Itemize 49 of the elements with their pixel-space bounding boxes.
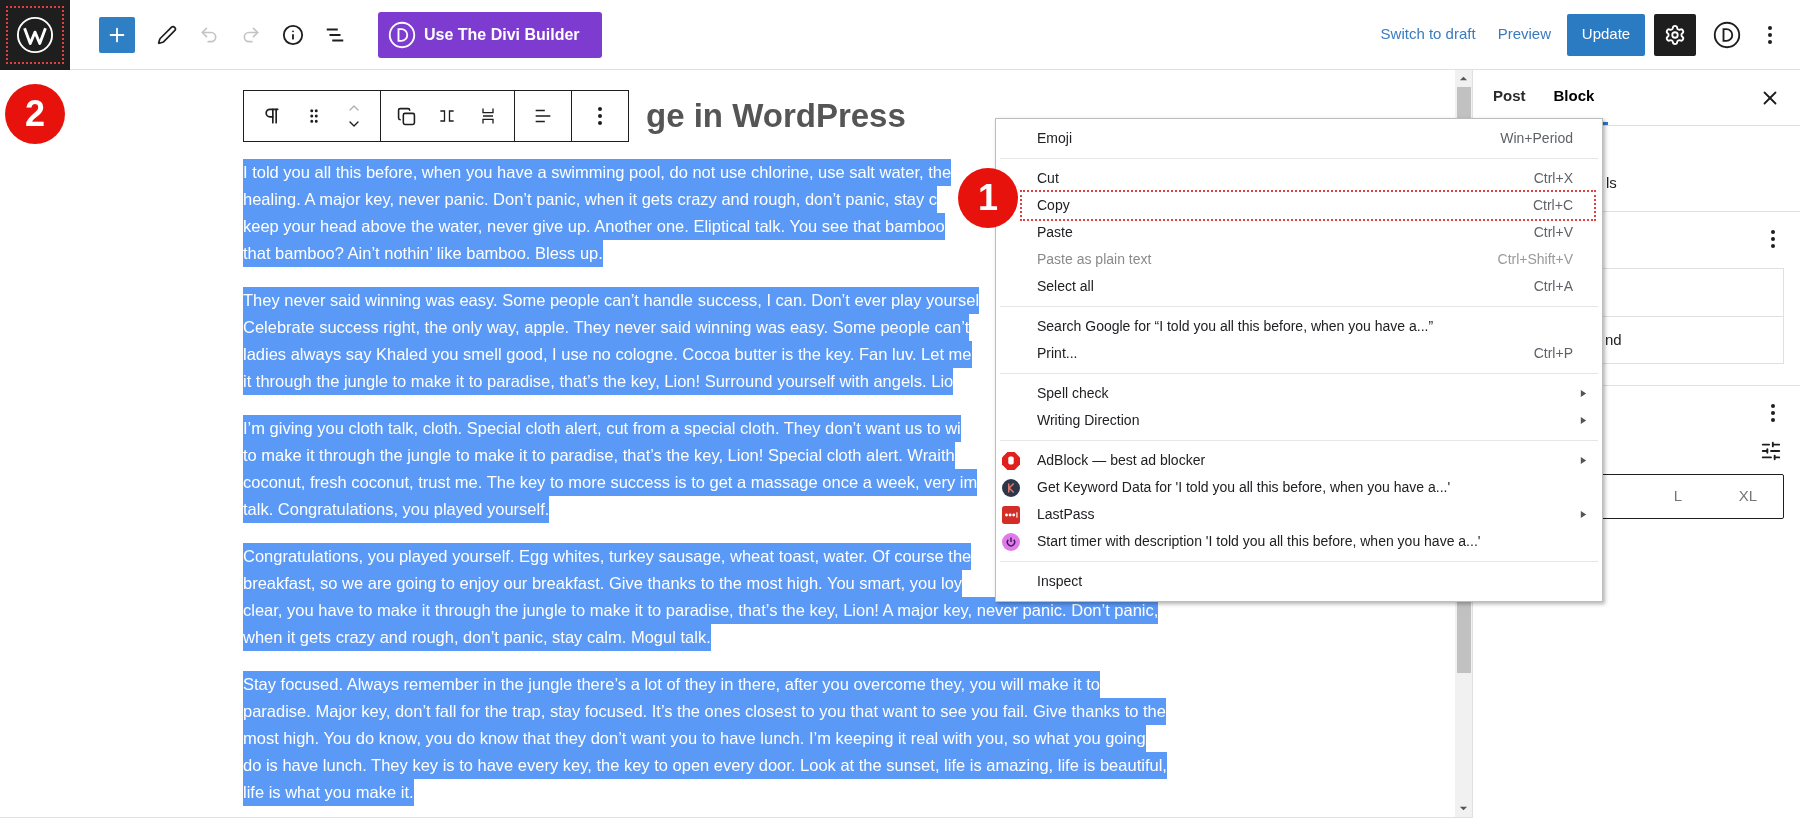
more-icon[interactable] — [1771, 230, 1775, 248]
step-marker: 2 — [5, 84, 65, 144]
menu-item[interactable]: Spell check — [1022, 380, 1594, 407]
style-option[interactable]: nd — [1605, 328, 1622, 352]
undo-icon — [199, 24, 219, 45]
more-icon — [1768, 25, 1772, 44]
add-block-button[interactable] — [99, 16, 135, 53]
submenu-arrow-icon — [1579, 389, 1588, 398]
info-icon — [282, 23, 304, 46]
wordpress-logo-button[interactable] — [0, 0, 70, 70]
settings-button[interactable] — [1654, 13, 1696, 56]
settings-icon — [1664, 23, 1686, 46]
menu-item[interactable]: Paste Ctrl+V — [1022, 219, 1594, 246]
scroll-up-icon[interactable] — [1459, 74, 1468, 83]
sidebar-tab[interactable]: Post — [1479, 70, 1540, 125]
menu-item[interactable]: LastPass — [1022, 501, 1594, 528]
more-icon[interactable] — [1771, 404, 1775, 422]
step-marker: 1 — [958, 168, 1018, 228]
menu-item[interactable]: Copy Ctrl+C — [1022, 192, 1594, 219]
menu-item[interactable]: Emoji Win+Period — [1022, 125, 1594, 152]
menu-item[interactable]: Cut Ctrl+X — [1022, 165, 1594, 192]
menu-item[interactable]: Get Keyword Data for 'I told you all this before, when you have a...' — [1022, 474, 1594, 501]
update-button[interactable]: Update — [1567, 13, 1645, 56]
redo-icon — [241, 24, 261, 45]
switch-to-draft-link[interactable]: Switch to draft — [1380, 23, 1476, 46]
pen-icon — [157, 24, 177, 45]
menu-item[interactable]: Select all Ctrl+A — [1022, 273, 1594, 300]
duplicate-icon[interactable] — [397, 106, 417, 126]
scroll-down-icon[interactable] — [1459, 804, 1468, 813]
menu-item[interactable]: Start timer with description 'I told you all this before, when you have a...' — [1022, 528, 1594, 555]
divi-icon — [388, 20, 416, 49]
wordpress-logo-icon — [16, 15, 54, 54]
submenu-arrow-icon — [1579, 416, 1588, 425]
submenu-arrow-icon — [1579, 510, 1588, 519]
divi-icon — [1713, 20, 1741, 49]
menu-item[interactable]: Print... Ctrl+P — [1022, 340, 1594, 367]
size-option[interactable]: XL — [1713, 485, 1783, 508]
menu-item[interactable]: AdBlock — best ad blocker — [1022, 447, 1594, 474]
preview-link[interactable]: Preview — [1497, 23, 1551, 46]
menu-item[interactable]: Writing Direction — [1022, 407, 1594, 434]
post-title: ge in WordPress — [646, 96, 906, 137]
submenu-arrow-icon — [1579, 456, 1588, 465]
divi-builder-button[interactable]: Use The Divi Builder — [378, 11, 602, 58]
sliders-icon[interactable] — [1760, 440, 1782, 462]
menu-item[interactable]: Search Google for “I told you all this before, when you have a...” — [1022, 313, 1594, 340]
more-icon[interactable] — [598, 107, 602, 125]
panel-text: ls — [1606, 173, 1617, 194]
menu-item[interactable]: Inspect — [1022, 568, 1594, 595]
size-option[interactable]: L — [1643, 485, 1713, 508]
